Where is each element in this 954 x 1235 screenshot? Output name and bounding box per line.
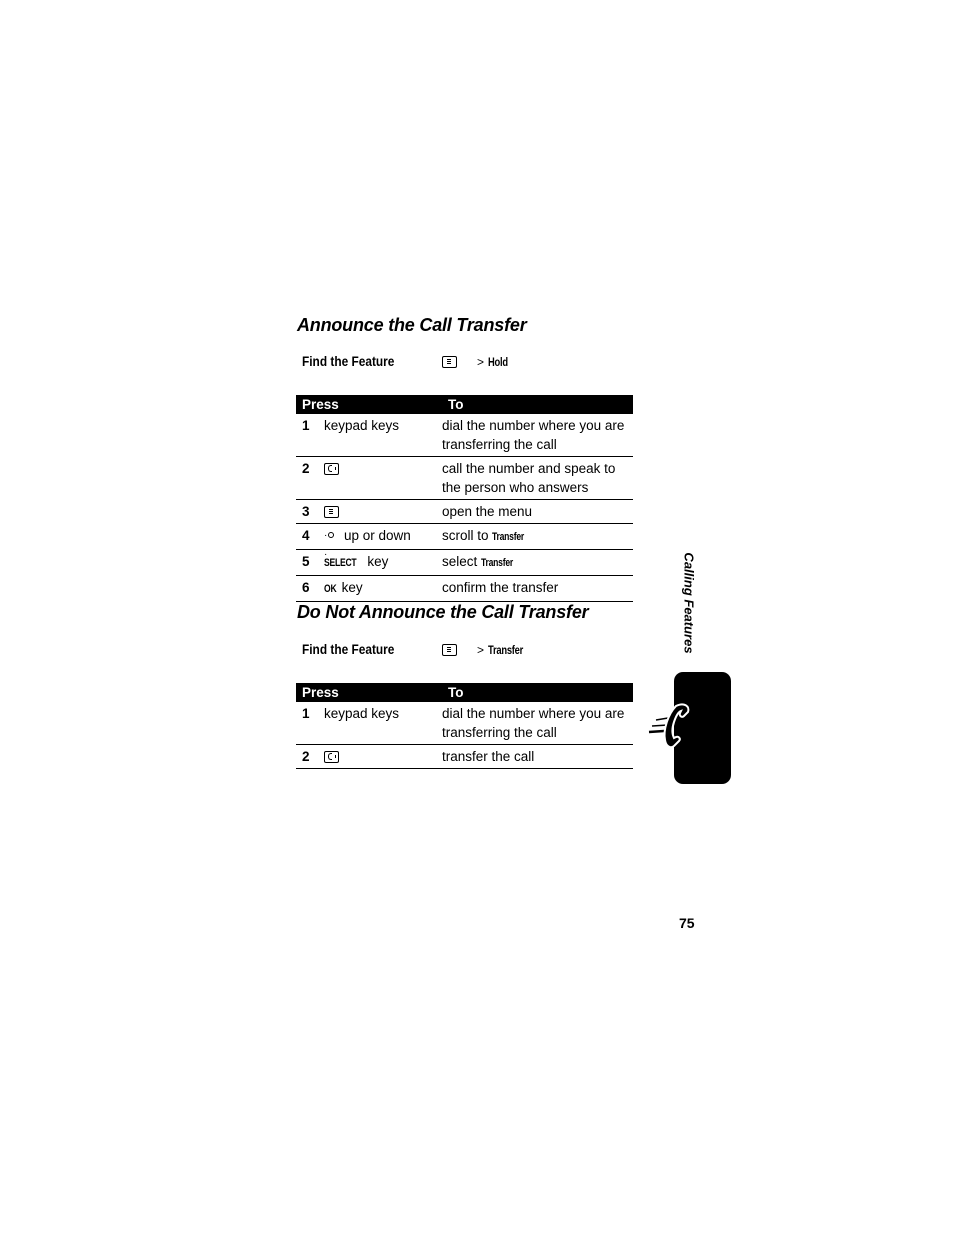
header-to: To [442,395,633,414]
table-row: 5 SELECT key select Transfer [296,549,633,576]
menu-key-icon [442,643,457,656]
step-number: 1 [296,702,324,745]
menu-keyword: Transfer [481,557,514,569]
table-row: 4 up or down scroll to Transfer [296,523,633,564]
press-cell: keypad keys [324,702,442,745]
to-cell: call the number and speak to the person … [442,456,633,500]
to-text: select [442,554,478,569]
press-cell [324,456,442,500]
step-number: 3 [296,499,324,524]
step-number: 2 [296,744,324,769]
steps-table: Press To 1 keypad keys dial the number w… [296,683,633,769]
press-text: key [341,580,363,595]
find-feature-row: Find the Feature > Hold [302,354,513,369]
table-row: 2 call the number and speak to the perso… [296,456,633,500]
menu-keyword: Transfer [492,531,525,543]
step-number: 4 [296,523,324,550]
path-separator: > [477,354,485,369]
to-cell: confirm the transfer [442,575,633,602]
page-number: 75 [679,915,695,931]
to-cell: transfer the call [442,744,633,769]
send-key-icon [324,751,339,764]
press-cell [324,499,442,524]
to-cell: select Transfer [442,549,633,576]
menu-option: Transfer [488,642,524,657]
press-text: key [367,554,389,569]
phone-handset-icon [648,703,690,749]
press-cell: SELECT key [324,549,442,576]
section-title-announce: Announce the Call Transfer [297,315,527,335]
to-cell: open the menu [442,499,633,524]
press-cell: OK key [324,575,442,602]
header-to: To [442,683,633,702]
feature-path: > Hold [442,355,513,369]
step-number: 2 [296,456,324,500]
find-feature-label: Find the Feature [302,642,395,657]
to-text: scroll to [442,528,489,543]
table-row: 2 transfer the call [296,744,633,769]
find-feature-label: Find the Feature [302,354,395,369]
table-row: 1 keypad keys dial the number where you … [296,414,633,457]
menu-option: Hold [488,354,508,369]
steps-table: Press To 1 keypad keys dial the number w… [296,395,633,602]
table-row: 3 open the menu [296,499,633,524]
chapter-side-label: Calling Features [681,552,697,654]
feature-path: > Transfer [442,643,533,657]
softkey-label: OK [324,583,337,595]
nav-key-icon [324,526,340,564]
press-text: up or down [344,528,411,543]
softkey-label: SELECT [324,557,357,569]
to-cell: scroll to Transfer [442,523,633,550]
send-key-icon [324,463,339,476]
section-title-do-not-announce: Do Not Announce the Call Transfer [297,602,589,622]
step-number: 1 [296,414,324,457]
to-cell: dial the number where you are transferri… [442,702,633,745]
to-cell: dial the number where you are transferri… [442,414,633,457]
step-number: 6 [296,575,324,602]
path-separator: > [477,642,485,657]
table-row: 6 OK key confirm the transfer [296,575,633,602]
header-press: Press [296,395,442,414]
table-row: 1 keypad keys dial the number where you … [296,702,633,745]
press-cell: keypad keys [324,414,442,457]
press-cell: up or down [324,523,442,564]
menu-key-icon [324,506,339,519]
find-feature-row: Find the Feature > Transfer [302,642,533,657]
press-cell [324,744,442,769]
header-press: Press [296,683,442,702]
menu-key-icon [442,355,457,368]
step-number: 5 [296,549,324,576]
